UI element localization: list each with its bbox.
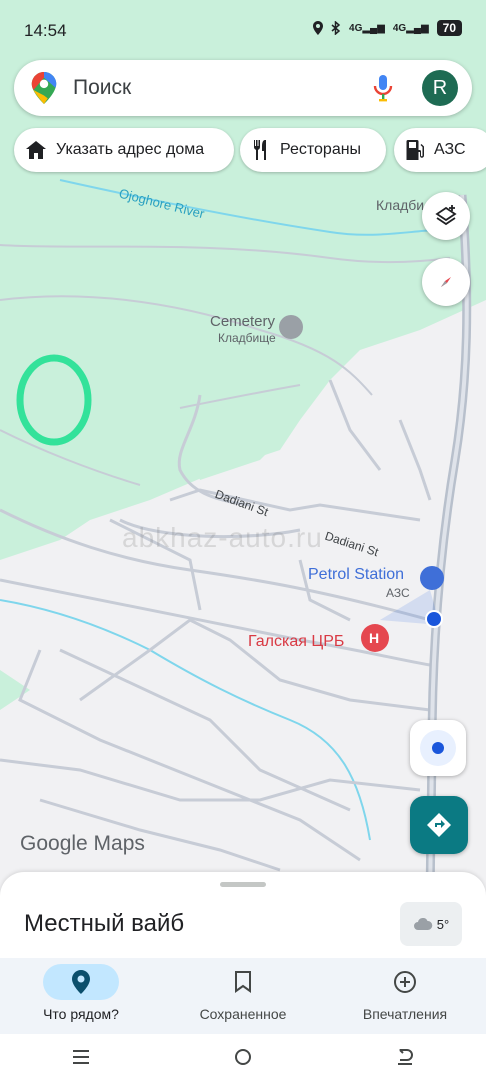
menu-icon[interactable] <box>72 1050 90 1064</box>
sheet-title: Местный вайб <box>24 910 185 937</box>
my-location-icon <box>420 730 456 766</box>
directions-button[interactable] <box>410 796 468 854</box>
bluetooth-icon <box>331 21 341 35</box>
nav-saved-pill <box>205 964 281 1000</box>
signal-icon-1: 4G ▂▄▆ <box>349 22 385 34</box>
google-maps-attribution: Google Maps <box>20 832 145 855</box>
cemetery-label-top: Кладби <box>376 197 425 213</box>
microphone-icon[interactable] <box>370 73 396 103</box>
back-icon[interactable] <box>396 1049 414 1065</box>
nav-explore-label: Что рядом? <box>43 1006 119 1022</box>
battery-indicator: 70 <box>436 20 462 36</box>
directions-icon <box>427 813 451 837</box>
gas-station-icon <box>406 140 424 160</box>
chip-restaurants[interactable]: Рестораны <box>240 128 386 172</box>
status-bar: 14:54 4G ▂▄▆ 4G ▂▄▆ 70 <box>0 0 486 58</box>
chip-label-gas: АЗС <box>434 141 466 158</box>
layers-icon <box>435 205 457 226</box>
my-location-button[interactable] <box>410 720 466 776</box>
location-status-icon <box>313 21 324 35</box>
nav-saved-label: Сохраненное <box>199 1006 287 1022</box>
bottom-navigation: Что рядом? Сохраненное Впечатления <box>0 958 486 1034</box>
sheet-drag-handle[interactable] <box>220 882 266 887</box>
petrol-station-local-label: АЗС <box>386 586 410 600</box>
chip-label-restaurants: Рестораны <box>280 141 362 158</box>
compass-button[interactable] <box>422 258 470 306</box>
cloud-icon <box>413 918 433 930</box>
home-button-icon[interactable] <box>234 1048 252 1066</box>
account-avatar[interactable]: R <box>422 70 458 106</box>
home-icon <box>26 141 46 159</box>
hospital-label[interactable]: Галская ЦРБ <box>248 633 344 651</box>
hospital-badge: H <box>369 630 380 646</box>
nav-explore[interactable]: Что рядом? <box>0 958 162 1034</box>
search-input[interactable]: Поиск <box>73 76 370 100</box>
bottom-sheet[interactable]: Местный вайб 5° <box>0 872 486 960</box>
layers-button[interactable] <box>422 192 470 240</box>
chip-label-home: Указать адрес дома <box>56 141 205 158</box>
compass-icon <box>441 277 451 287</box>
status-time: 14:54 <box>24 21 67 40</box>
restaurant-icon <box>254 140 266 160</box>
weather-badge[interactable]: 5° <box>400 902 462 946</box>
petrol-station-label[interactable]: Petrol Station <box>308 566 404 584</box>
bookmark-icon <box>235 971 251 993</box>
cemetery-local-label: Кладбище <box>218 331 276 345</box>
nav-contribute-pill <box>367 964 443 1000</box>
system-navigation-bar <box>0 1034 486 1080</box>
nav-contribute[interactable]: Впечатления <box>324 958 486 1034</box>
nav-explore-pill <box>43 964 119 1000</box>
weather-temperature: 5° <box>436 916 450 932</box>
cemetery-label[interactable]: Cemetery <box>210 313 275 330</box>
status-icons: 4G ▂▄▆ 4G ▂▄▆ 70 <box>313 20 462 36</box>
google-maps-logo-icon <box>31 72 57 104</box>
nav-contribute-label: Впечатления <box>362 1006 448 1022</box>
chip-set-home-address[interactable]: Указать адрес дома <box>14 128 234 172</box>
signal-icon-2: 4G ▂▄▆ <box>392 22 429 34</box>
search-bar[interactable]: Поиск R <box>14 60 472 116</box>
chip-gas-stations[interactable]: АЗС <box>394 128 486 172</box>
location-pin-icon <box>72 970 90 994</box>
nav-saved[interactable]: Сохраненное <box>162 958 324 1034</box>
watermark: abkhaz-auto.ru <box>122 522 323 553</box>
add-circle-icon <box>394 971 416 993</box>
